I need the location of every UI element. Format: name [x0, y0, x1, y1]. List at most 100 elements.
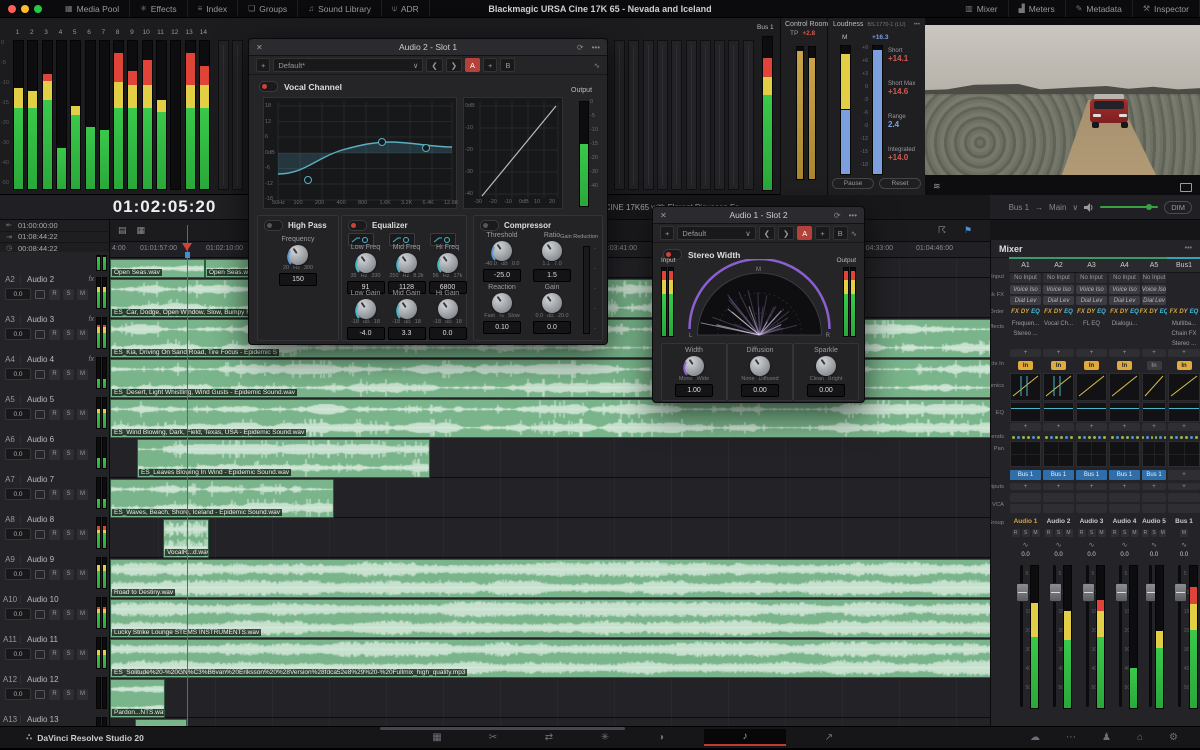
strip-m-button[interactable]: M — [1098, 529, 1106, 537]
menu-adr[interactable]: ⍦ADR — [382, 0, 430, 17]
mixer-strip-tab[interactable]: A5 — [1141, 257, 1167, 273]
dim-button[interactable]: DIM — [1164, 201, 1192, 214]
bus-send-dot[interactable] — [1136, 436, 1139, 439]
knob-control[interactable] — [492, 241, 512, 261]
effects-in-badge[interactable]: In — [1051, 361, 1066, 370]
track-gain-value[interactable]: 0.0 — [5, 448, 31, 460]
lock-icon[interactable] — [35, 410, 45, 419]
strip-r-button[interactable]: R — [1111, 529, 1119, 537]
dynamics-thumbnail[interactable] — [1010, 373, 1041, 401]
menu-mixer[interactable]: ▥Mixer — [955, 0, 1008, 17]
pan-box[interactable] — [1109, 441, 1140, 467]
add-bus-button[interactable]: + — [1168, 483, 1200, 490]
bus-send-dot[interactable] — [1055, 436, 1058, 439]
bus-output-button[interactable]: Bus 1 — [1142, 470, 1166, 480]
track-header-A2[interactable]: A2Audio 2fx0.0RSM — [0, 272, 110, 313]
effect-slot[interactable]: Chain FX — [1168, 329, 1200, 338]
section-power-toggle[interactable] — [348, 220, 367, 231]
window-menu-icon[interactable]: ••• — [592, 43, 600, 52]
lock-icon[interactable] — [35, 610, 45, 619]
ab-a-button[interactable]: A — [797, 226, 812, 240]
knob-control[interactable] — [438, 253, 458, 273]
add-eq-button[interactable]: + — [1109, 423, 1140, 431]
automation-curve-icon[interactable]: ∿ — [1089, 541, 1095, 549]
strip-r-button[interactable]: R — [1142, 529, 1149, 537]
strip-fader[interactable]: 5101520304050 — [1167, 561, 1200, 711]
track-m-button[interactable]: M — [77, 689, 88, 700]
playhead-line[interactable] — [187, 225, 188, 726]
track-header-A1[interactable] — [0, 252, 110, 273]
page-edit[interactable]: ⇄ — [536, 732, 562, 743]
track-s-button[interactable]: S — [63, 289, 74, 300]
order-fx[interactable]: FX — [1110, 309, 1118, 315]
page-fusion[interactable]: ✳ — [592, 732, 618, 743]
track-m-button[interactable]: M — [77, 329, 88, 340]
vca-box[interactable] — [1043, 493, 1074, 502]
pointer-tool-icon[interactable]: ☈ — [938, 225, 946, 236]
eq-thumbnail[interactable] — [1076, 402, 1107, 422]
mixer-menu-icon[interactable]: ••• — [1185, 245, 1192, 252]
order-eq[interactable]: EQ — [1031, 309, 1040, 315]
track-header-A12[interactable]: A12Audio 120.0RSM — [0, 672, 110, 713]
bus-send-dot[interactable] — [1103, 436, 1106, 439]
add-bus-button[interactable]: + — [1109, 483, 1140, 490]
close-window-icon[interactable] — [8, 5, 16, 13]
knob-control[interactable] — [750, 356, 770, 376]
knob-value[interactable]: 3.3 — [388, 327, 426, 340]
track-header-A9[interactable]: A9Audio 90.0RSM — [0, 552, 110, 593]
bus-send-dot[interactable] — [1155, 436, 1157, 439]
knob-control[interactable] — [356, 299, 376, 319]
audio-clip[interactable]: Road to Destiny.wav — [110, 559, 990, 598]
effects-in-badge[interactable]: In — [1177, 361, 1192, 370]
audio-clip[interactable]: Open Seas.wav — [110, 259, 205, 278]
track-header-A3[interactable]: A3Audio 3fx0.0RSM — [0, 312, 110, 353]
monitor-chevron-icon[interactable]: ∨ — [1072, 203, 1078, 212]
flags-icon[interactable]: ▤ — [118, 225, 127, 236]
bus-send-dot[interactable] — [1111, 436, 1114, 439]
bus-send-dot[interactable] — [1022, 436, 1025, 439]
strip-name[interactable]: Audio 5 — [1142, 518, 1166, 525]
audio-clip[interactable] — [135, 719, 187, 726]
monitor-volume-slider[interactable] — [1100, 206, 1158, 208]
knob-control[interactable] — [542, 293, 562, 313]
speaker-icon[interactable] — [1084, 203, 1094, 212]
track-r-button[interactable]: R — [49, 329, 60, 340]
fader-handle[interactable] — [1049, 583, 1062, 602]
menu-metadata[interactable]: ✎Metadata — [1066, 0, 1133, 17]
knob-control[interactable] — [397, 299, 417, 319]
monitor-source[interactable]: Bus 1 — [1009, 203, 1029, 212]
fader-handle[interactable] — [1082, 583, 1095, 602]
strip-m-button[interactable]: M — [1159, 529, 1166, 537]
audio-clip[interactable]: ES_Leaves Blowing In Wind - Epidemic Sou… — [137, 439, 430, 478]
add-eq-button[interactable]: + — [1142, 423, 1166, 431]
close-window-icon[interactable]: ✕ — [256, 43, 270, 52]
effect-slot[interactable]: Stereo ... — [1010, 329, 1041, 338]
close-window-icon[interactable]: ✕ — [660, 211, 674, 220]
vca-box[interactable] — [1076, 493, 1107, 502]
effects-in-badge[interactable]: In — [1018, 361, 1033, 370]
knob-value[interactable]: 0.0 — [429, 327, 467, 340]
track-m-button[interactable]: M — [77, 569, 88, 580]
dynamics-thumbnail[interactable] — [1076, 373, 1107, 401]
bus-send-dot[interactable] — [1175, 436, 1178, 439]
track-gain-value[interactable]: 0.0 — [5, 488, 31, 500]
strip-m-button[interactable]: M — [1032, 529, 1040, 537]
eq-thumbnail[interactable] — [1142, 402, 1166, 422]
collaboration-icon[interactable]: ♟ — [1102, 732, 1111, 743]
strip-m-button[interactable]: M — [1180, 529, 1188, 537]
bus-send-dot[interactable] — [1180, 436, 1183, 439]
bus-send-dot[interactable] — [1170, 436, 1173, 439]
track-m-button[interactable]: M — [77, 369, 88, 380]
mixer-strip-A1[interactable]: A1No InputVoice IsoDial LevFXDYEQFrequen… — [1009, 257, 1043, 726]
add-effect-button[interactable]: + — [1010, 349, 1041, 357]
track-r-button[interactable]: R — [49, 369, 60, 380]
knob-value[interactable]: 0.10 — [483, 321, 521, 334]
strip-name[interactable]: Bus 1 — [1175, 518, 1193, 525]
preset-combo[interactable]: Default∨ — [677, 226, 755, 240]
ab-a-button[interactable]: A — [465, 58, 480, 72]
bus-send-dot[interactable] — [1146, 436, 1148, 439]
knob-value[interactable]: -25.0 — [483, 269, 521, 282]
window-titlebar[interactable]: ✕Audio 1 - Slot 2⟳••• — [653, 207, 864, 224]
bus-send-dot[interactable] — [1065, 436, 1068, 439]
timeline-hscrollbar[interactable] — [380, 727, 625, 730]
